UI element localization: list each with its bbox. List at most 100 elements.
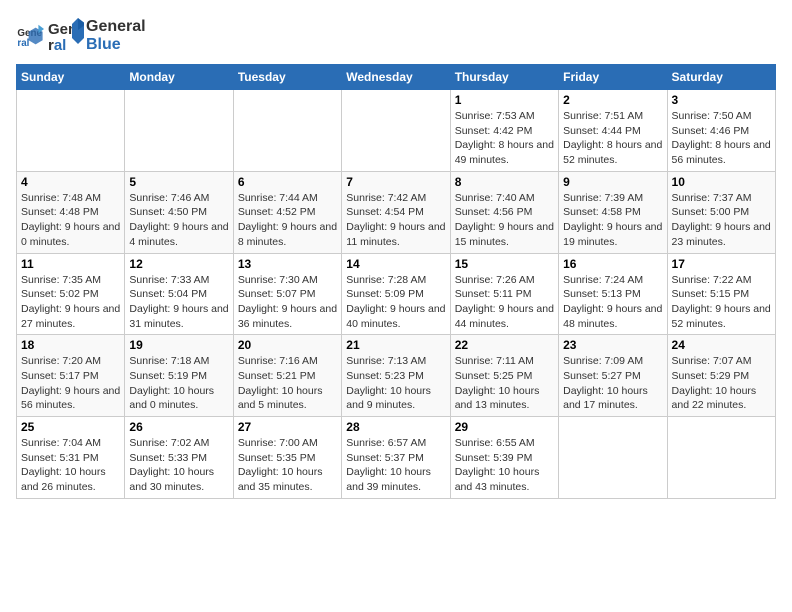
- day-info: Sunrise: 7:22 AMSunset: 5:15 PMDaylight:…: [672, 273, 771, 332]
- day-number: 4: [21, 175, 120, 189]
- day-number: 12: [129, 257, 228, 271]
- calendar-day-cell: 4 Sunrise: 7:48 AMSunset: 4:48 PMDaylight…: [17, 171, 125, 253]
- day-info: Sunrise: 7:40 AMSunset: 4:56 PMDaylight:…: [455, 191, 554, 250]
- weekday-header-cell: Saturday: [667, 65, 775, 90]
- day-number: 25: [21, 420, 120, 434]
- day-number: 21: [346, 338, 445, 352]
- day-info: Sunrise: 7:39 AMSunset: 4:58 PMDaylight:…: [563, 191, 662, 250]
- day-info: Sunrise: 7:04 AMSunset: 5:31 PMDaylight:…: [21, 436, 120, 495]
- day-info: Sunrise: 7:50 AMSunset: 4:46 PMDaylight:…: [672, 109, 771, 168]
- calendar-day-cell: 14 Sunrise: 7:28 AMSunset: 5:09 PMDayligh…: [342, 253, 450, 335]
- day-info: Sunrise: 7:24 AMSunset: 5:13 PMDaylight:…: [563, 273, 662, 332]
- calendar-day-cell: 2 Sunrise: 7:51 AMSunset: 4:44 PMDaylight…: [559, 90, 667, 172]
- calendar-day-cell: [667, 417, 775, 499]
- logo-text-line2: Blue: [86, 36, 146, 54]
- calendar-day-cell: 6 Sunrise: 7:44 AMSunset: 4:52 PMDaylight…: [233, 171, 341, 253]
- day-info: Sunrise: 7:13 AMSunset: 5:23 PMDaylight:…: [346, 354, 445, 413]
- day-number: 27: [238, 420, 337, 434]
- day-number: 10: [672, 175, 771, 189]
- day-number: 19: [129, 338, 228, 352]
- day-number: 17: [672, 257, 771, 271]
- day-info: Sunrise: 7:53 AMSunset: 4:42 PMDaylight:…: [455, 109, 554, 168]
- day-number: 2: [563, 93, 662, 107]
- calendar-day-cell: 16 Sunrise: 7:24 AMSunset: 5:13 PMDayligh…: [559, 253, 667, 335]
- weekday-header-cell: Friday: [559, 65, 667, 90]
- day-info: Sunrise: 7:48 AMSunset: 4:48 PMDaylight:…: [21, 191, 120, 250]
- calendar-day-cell: 9 Sunrise: 7:39 AMSunset: 4:58 PMDaylight…: [559, 171, 667, 253]
- day-number: 13: [238, 257, 337, 271]
- calendar-day-cell: 3 Sunrise: 7:50 AMSunset: 4:46 PMDaylight…: [667, 90, 775, 172]
- logo-icon: Gene ral: [16, 22, 44, 50]
- day-number: 22: [455, 338, 554, 352]
- calendar-day-cell: 15Sunrise: 7:26 AMSunset: 5:11 PMDayligh…: [450, 253, 558, 335]
- weekday-header-row: SundayMondayTuesdayWednesdayThursdayFrid…: [17, 65, 776, 90]
- day-info: Sunrise: 7:09 AMSunset: 5:27 PMDaylight:…: [563, 354, 662, 413]
- day-number: 18: [21, 338, 120, 352]
- day-info: Sunrise: 7:37 AMSunset: 5:00 PMDaylight:…: [672, 191, 771, 250]
- svg-text:ral: ral: [17, 38, 29, 49]
- day-number: 8: [455, 175, 554, 189]
- calendar-day-cell: 21 Sunrise: 7:13 AMSunset: 5:23 PMDayligh…: [342, 335, 450, 417]
- page-header: Gene ral Gene ral General Blue: [16, 16, 776, 56]
- day-number: 14: [346, 257, 445, 271]
- day-number: 24: [672, 338, 771, 352]
- day-number: 1: [455, 93, 554, 107]
- day-info: Sunrise: 7:30 AMSunset: 5:07 PMDaylight:…: [238, 273, 337, 332]
- day-info: Sunrise: 7:02 AMSunset: 5:33 PMDaylight:…: [129, 436, 228, 495]
- weekday-header-cell: Wednesday: [342, 65, 450, 90]
- calendar-day-cell: [342, 90, 450, 172]
- day-number: 16: [563, 257, 662, 271]
- day-number: 3: [672, 93, 771, 107]
- calendar-day-cell: [125, 90, 233, 172]
- calendar-day-cell: 22Sunrise: 7:11 AMSunset: 5:25 PMDayligh…: [450, 335, 558, 417]
- day-info: Sunrise: 7:33 AMSunset: 5:04 PMDaylight:…: [129, 273, 228, 332]
- day-info: Sunrise: 6:57 AMSunset: 5:37 PMDaylight:…: [346, 436, 445, 495]
- day-info: Sunrise: 7:18 AMSunset: 5:19 PMDaylight:…: [129, 354, 228, 413]
- calendar-day-cell: 10 Sunrise: 7:37 AMSunset: 5:00 PMDayligh…: [667, 171, 775, 253]
- calendar-day-cell: 17 Sunrise: 7:22 AMSunset: 5:15 PMDayligh…: [667, 253, 775, 335]
- day-info: Sunrise: 7:51 AMSunset: 4:44 PMDaylight:…: [563, 109, 662, 168]
- day-number: 6: [238, 175, 337, 189]
- day-info: Sunrise: 6:55 AMSunset: 5:39 PMDaylight:…: [455, 436, 554, 495]
- calendar-day-cell: 1 Sunrise: 7:53 AMSunset: 4:42 PMDaylight…: [450, 90, 558, 172]
- day-number: 7: [346, 175, 445, 189]
- calendar-day-cell: 8 Sunrise: 7:40 AMSunset: 4:56 PMDaylight…: [450, 171, 558, 253]
- weekday-header-cell: Thursday: [450, 65, 558, 90]
- calendar-day-cell: 24 Sunrise: 7:07 AMSunset: 5:29 PMDayligh…: [667, 335, 775, 417]
- calendar-week-row: 18 Sunrise: 7:20 AMSunset: 5:17 PMDayligh…: [17, 335, 776, 417]
- day-number: 28: [346, 420, 445, 434]
- day-info: Sunrise: 7:26 AMSunset: 5:11 PMDaylight:…: [455, 273, 554, 332]
- day-info: Sunrise: 7:44 AMSunset: 4:52 PMDaylight:…: [238, 191, 337, 250]
- calendar-day-cell: [233, 90, 341, 172]
- calendar-day-cell: 26Sunrise: 7:02 AMSunset: 5:33 PMDayligh…: [125, 417, 233, 499]
- day-number: 29: [455, 420, 554, 434]
- calendar-table: SundayMondayTuesdayWednesdayThursdayFrid…: [16, 64, 776, 499]
- calendar-week-row: 4 Sunrise: 7:48 AMSunset: 4:48 PMDaylight…: [17, 171, 776, 253]
- day-number: 23: [563, 338, 662, 352]
- day-info: Sunrise: 7:28 AMSunset: 5:09 PMDaylight:…: [346, 273, 445, 332]
- day-number: 11: [21, 257, 120, 271]
- calendar-day-cell: 20 Sunrise: 7:16 AMSunset: 5:21 PMDayligh…: [233, 335, 341, 417]
- weekday-header-cell: Tuesday: [233, 65, 341, 90]
- day-number: 20: [238, 338, 337, 352]
- calendar-day-cell: 29 Sunrise: 6:55 AMSunset: 5:39 PMDayligh…: [450, 417, 558, 499]
- calendar-day-cell: 19 Sunrise: 7:18 AMSunset: 5:19 PMDayligh…: [125, 335, 233, 417]
- calendar-day-cell: [17, 90, 125, 172]
- day-number: 9: [563, 175, 662, 189]
- day-info: Sunrise: 7:20 AMSunset: 5:17 PMDaylight:…: [21, 354, 120, 413]
- calendar-week-row: 25 Sunrise: 7:04 AMSunset: 5:31 PMDayligh…: [17, 417, 776, 499]
- general-blue-logo-svg: Gene ral: [48, 16, 84, 56]
- calendar-day-cell: 28 Sunrise: 6:57 AMSunset: 5:37 PMDayligh…: [342, 417, 450, 499]
- day-info: Sunrise: 7:46 AMSunset: 4:50 PMDaylight:…: [129, 191, 228, 250]
- weekday-header-cell: Sunday: [17, 65, 125, 90]
- calendar-day-cell: 27Sunrise: 7:00 AMSunset: 5:35 PMDayligh…: [233, 417, 341, 499]
- calendar-week-row: 11Sunrise: 7:35 AMSunset: 5:02 PMDayligh…: [17, 253, 776, 335]
- calendar-day-cell: 23 Sunrise: 7:09 AMSunset: 5:27 PMDayligh…: [559, 335, 667, 417]
- calendar-day-cell: 18 Sunrise: 7:20 AMSunset: 5:17 PMDayligh…: [17, 335, 125, 417]
- calendar-day-cell: 13 Sunrise: 7:30 AMSunset: 5:07 PMDayligh…: [233, 253, 341, 335]
- calendar-week-row: 1 Sunrise: 7:53 AMSunset: 4:42 PMDaylight…: [17, 90, 776, 172]
- day-info: Sunrise: 7:07 AMSunset: 5:29 PMDaylight:…: [672, 354, 771, 413]
- calendar-day-cell: 25 Sunrise: 7:04 AMSunset: 5:31 PMDayligh…: [17, 417, 125, 499]
- logo: Gene ral Gene ral General Blue: [16, 16, 146, 56]
- day-info: Sunrise: 7:16 AMSunset: 5:21 PMDaylight:…: [238, 354, 337, 413]
